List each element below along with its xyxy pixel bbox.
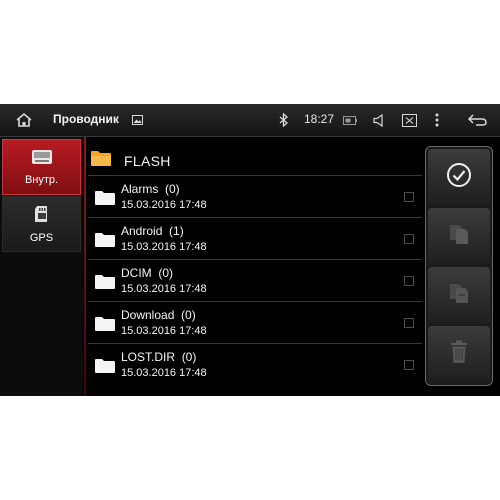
- status-bar: Проводник 18:27: [0, 104, 500, 137]
- image-icon: [130, 104, 144, 136]
- bluetooth-icon: [276, 104, 290, 136]
- volume-icon[interactable]: [370, 104, 390, 136]
- screenshot-icon[interactable]: [399, 104, 419, 136]
- file-date: 15.03.2016 17:48: [121, 241, 207, 253]
- sidebar-item-label: Внутр.: [24, 173, 59, 186]
- more-icon[interactable]: [431, 104, 443, 136]
- paste-button[interactable]: [428, 267, 490, 324]
- copy-icon: [448, 222, 470, 251]
- internal-storage-icon: [31, 149, 53, 170]
- file-name: Download (0): [121, 308, 196, 322]
- file-name: DCIM (0): [121, 266, 174, 280]
- folder-open-icon: [90, 150, 112, 172]
- file-name: LOST.DIR (0): [121, 350, 197, 364]
- trash-icon: [449, 339, 469, 370]
- folder-icon: [94, 274, 116, 295]
- select-checkbox[interactable]: [404, 276, 414, 286]
- current-path: FLASH: [90, 146, 171, 176]
- select-checkbox[interactable]: [404, 360, 414, 370]
- file-name: Android (1): [121, 224, 184, 238]
- list-item[interactable]: Alarms (0) 15.03.2016 17:48: [88, 175, 422, 217]
- sidebar-item-internal[interactable]: Внутр.: [2, 139, 81, 195]
- sidebar-item-gps[interactable]: GPS: [2, 196, 81, 252]
- folder-icon: [94, 232, 116, 253]
- list-item[interactable]: DCIM (0) 15.03.2016 17:48: [88, 259, 422, 301]
- select-checkbox[interactable]: [404, 192, 414, 202]
- file-date: 15.03.2016 17:48: [121, 325, 207, 337]
- sidebar-divider: [84, 137, 86, 396]
- file-manager-screen: Проводник 18:27 Внутр. GPS FLASH Alarms …: [0, 104, 500, 396]
- select-checkbox[interactable]: [404, 318, 414, 328]
- list-item[interactable]: LOST.DIR (0) 15.03.2016 17:48: [88, 343, 422, 385]
- list-item[interactable]: Android (1) 15.03.2016 17:48: [88, 217, 422, 259]
- select-checkbox[interactable]: [404, 234, 414, 244]
- home-icon[interactable]: [12, 104, 36, 136]
- sd-card-icon: [34, 205, 50, 228]
- folder-icon: [94, 316, 116, 337]
- file-list: Alarms (0) 15.03.2016 17:48 Android (1) …: [88, 175, 422, 385]
- file-name: Alarms (0): [121, 182, 180, 196]
- back-icon[interactable]: [464, 104, 490, 136]
- battery-icon: [342, 104, 358, 136]
- file-date: 15.03.2016 17:48: [121, 283, 207, 295]
- action-panel: [425, 146, 493, 386]
- storage-sidebar: Внутр. GPS: [0, 137, 83, 396]
- app-title: Проводник: [53, 112, 119, 126]
- path-label: FLASH: [124, 153, 171, 169]
- sidebar-item-label: GPS: [29, 231, 54, 244]
- delete-button[interactable]: [428, 326, 490, 383]
- clock: 18:27: [304, 112, 335, 126]
- folder-icon: [94, 190, 116, 211]
- list-item[interactable]: Download (0) 15.03.2016 17:48: [88, 301, 422, 343]
- check-icon: [446, 162, 472, 193]
- paste-icon: [448, 281, 470, 310]
- copy-button[interactable]: [428, 208, 490, 265]
- file-date: 15.03.2016 17:48: [121, 199, 207, 211]
- select-all-button[interactable]: [428, 149, 490, 206]
- folder-icon: [94, 358, 116, 379]
- file-date: 15.03.2016 17:48: [121, 367, 207, 379]
